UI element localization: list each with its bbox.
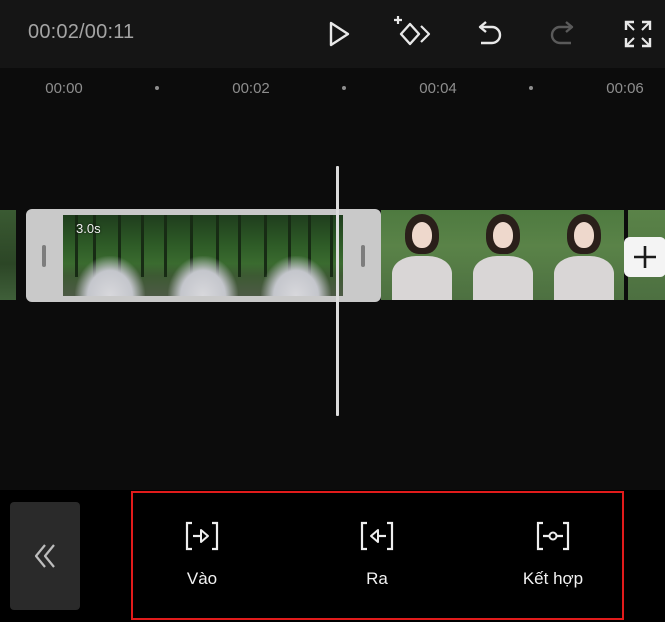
clip-end-handle[interactable] [361, 245, 365, 267]
selected-clip[interactable]: 3.0s [26, 209, 381, 302]
top-bar: 00:02/00:11 [0, 0, 665, 68]
play-button[interactable] [316, 12, 360, 56]
previous-clip[interactable] [0, 210, 16, 300]
tool-combine[interactable]: Kết hợp [493, 519, 613, 599]
back-button[interactable] [10, 502, 80, 610]
ruler-label: 00:00 [45, 80, 83, 97]
playhead[interactable] [336, 166, 339, 416]
play-icon [329, 21, 350, 47]
keyframe-button[interactable] [388, 12, 432, 56]
add-clip-button[interactable] [624, 237, 665, 277]
double-chevron-left-icon [34, 544, 55, 568]
ruler-label: 00:04 [419, 80, 457, 97]
thumbnail-frame [381, 210, 462, 300]
fullscreen-icon [624, 20, 652, 48]
thumbnail-frame [249, 215, 343, 296]
undo-icon [478, 21, 502, 45]
thumbnail-frame [156, 215, 250, 296]
ruler-dot [342, 86, 346, 90]
video-timeline[interactable]: 3.0s [0, 110, 665, 490]
trim-out-icon [360, 519, 394, 553]
tool-label: Vào [186, 569, 218, 588]
ruler-dot [155, 86, 159, 90]
redo-button[interactable] [542, 12, 586, 56]
tool-trim-out[interactable]: Ra [317, 519, 437, 599]
trim-in-icon [185, 519, 219, 553]
redo-icon [550, 21, 574, 45]
plus-icon [634, 246, 656, 268]
fullscreen-button[interactable] [616, 12, 660, 56]
clip-start-handle[interactable] [42, 245, 46, 267]
ruler-dot [529, 86, 533, 90]
clip-thumbnails [63, 215, 343, 296]
next-clip[interactable] [381, 210, 624, 300]
tool-label: Kết hợp [522, 569, 584, 588]
thumbnail-frame [462, 210, 543, 300]
keyframe-icon [394, 16, 431, 46]
tool-label: Ra [366, 569, 388, 588]
ruler-label: 00:06 [606, 80, 644, 97]
tool-trim-in[interactable]: Vào [142, 519, 262, 599]
time-ruler[interactable]: 00:00 00:02 00:04 00:06 [0, 68, 665, 110]
undo-button[interactable] [466, 12, 510, 56]
timecode: 00:02/00:11 [28, 21, 135, 43]
bottom-toolbar: Vào Ra Kết hợp [0, 490, 665, 622]
thumbnail-frame [543, 210, 624, 300]
clip-duration: 3.0s [76, 221, 101, 236]
ruler-label: 00:02 [232, 80, 270, 97]
combine-icon [536, 519, 570, 553]
